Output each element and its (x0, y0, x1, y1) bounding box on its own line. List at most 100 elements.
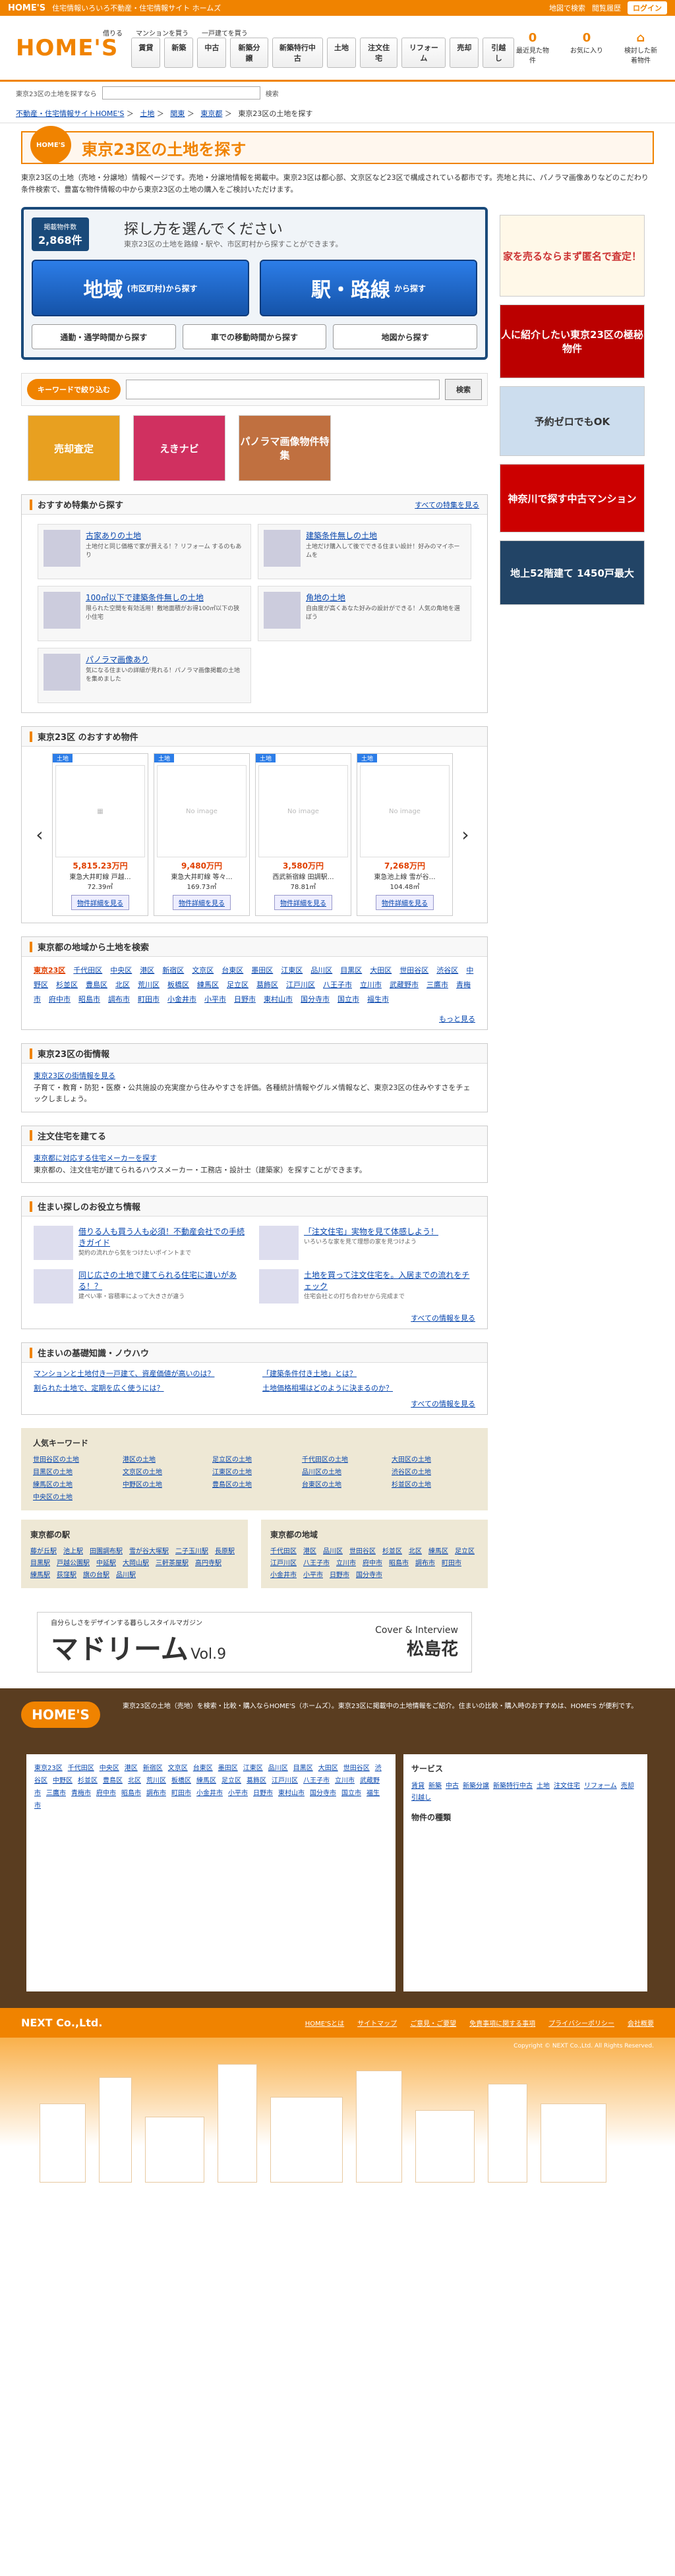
ward-link[interactable]: 八王子市 (303, 1557, 330, 1567)
favorites[interactable]: 0 お気に入り (568, 31, 605, 65)
breadcrumb-tokyo[interactable]: 東京都 (200, 109, 222, 118)
footer-area-link[interactable]: 調布市 (146, 1790, 166, 1797)
area-link[interactable]: 福生市 (367, 995, 389, 1004)
popular-keyword-link[interactable]: 練馬区の土地 (33, 1479, 117, 1489)
area-link[interactable]: 渋谷区 (436, 966, 458, 975)
station-search-button[interactable]: 駅・路線 から探す (260, 260, 477, 317)
car-search-button[interactable]: 車での移動時間から探す (182, 324, 327, 350)
feature-card[interactable]: 角地の土地 自由度が高くあなた好みの設計ができる！人気の角地を選ぼう (258, 586, 471, 642)
footer-service-link[interactable]: 賃貸 (411, 1783, 425, 1790)
nav-custom-house[interactable]: 注文住宅 (359, 37, 398, 68)
help-link[interactable]: 「注文住宅」実物を見て体感しよう！ (304, 1227, 438, 1236)
keyword-search-button[interactable]: 検索 (445, 379, 482, 401)
knowhow-link[interactable]: 土地価格相場はどのように決まるのか？ (262, 1383, 475, 1393)
map-search-button[interactable]: 地図から探す (333, 324, 478, 350)
footer-area-link[interactable]: 中野区 (53, 1777, 73, 1785)
area-link[interactable]: 国立市 (338, 995, 359, 1004)
footer-area-link[interactable]: 小平市 (228, 1790, 248, 1797)
footer-area-link[interactable]: 小金井市 (196, 1790, 223, 1797)
popular-keyword-link[interactable]: 大田区の土地 (392, 1454, 476, 1464)
ward-link[interactable]: 世田谷区 (349, 1545, 376, 1555)
footer-area-link[interactable]: 立川市 (335, 1777, 355, 1785)
station-link[interactable]: 長原駅 (215, 1545, 235, 1555)
station-link[interactable]: 戸越公園駅 (57, 1557, 90, 1567)
help-item[interactable]: 「注文住宅」実物を見て体感しよう！ いろいろな家を見て理想の家を見つけよう (259, 1226, 475, 1261)
footer-area-link[interactable]: 千代田区 (68, 1765, 94, 1772)
ward-link[interactable]: 港区 (303, 1545, 316, 1555)
nav-moving[interactable]: 引越し (483, 37, 515, 68)
footer-area-link[interactable]: 北区 (128, 1777, 141, 1785)
footer-area-link[interactable]: 足立区 (221, 1777, 241, 1785)
footer-area-link[interactable]: 世田谷区 (343, 1765, 370, 1772)
popular-keyword-link[interactable]: 港区の土地 (123, 1454, 207, 1464)
ward-link[interactable]: 昭島市 (389, 1557, 409, 1567)
station-link[interactable]: 三軒茶屋駅 (156, 1557, 189, 1567)
area-link[interactable]: 台東区 (221, 966, 243, 975)
property-card[interactable]: 土地 No image 3,580万円 西武新宿線 田調駅… 78.81㎡ 物件詳細を見る (255, 753, 351, 917)
prev-arrow-icon[interactable]: ‹ (32, 824, 47, 845)
ward-link[interactable]: 杉並区 (382, 1545, 402, 1555)
footer-area-link[interactable]: 大田区 (318, 1765, 338, 1772)
station-link[interactable]: 藤が丘駅 (30, 1545, 57, 1555)
station-link[interactable]: 池上駅 (63, 1545, 83, 1555)
footer-service-link[interactable]: 売却 (621, 1783, 634, 1790)
footer-area-link[interactable]: 葛飾区 (247, 1777, 266, 1785)
footer-area-link[interactable]: 府中市 (96, 1790, 116, 1797)
area-link[interactable]: 国分寺市 (301, 995, 330, 1004)
next-arrow-icon[interactable]: › (458, 824, 473, 845)
footer-area-link[interactable]: 町田市 (171, 1790, 191, 1797)
ward-link[interactable]: 千代田区 (270, 1545, 297, 1555)
footer-service-link[interactable]: 新築 (428, 1783, 442, 1790)
side-ad-reserve[interactable]: 予約ゼロでもOK (500, 386, 645, 457)
new-listing[interactable]: ⌂ 検討した新着物件 (622, 31, 659, 65)
help-link[interactable]: 土地を買って注文住宅を。入居までの流れをチェック (304, 1271, 469, 1291)
feature-card[interactable]: 100㎡以下で建築条件無しの土地 限られた空間を有効活用！敷地面積がお得100㎡以… (38, 586, 251, 642)
area-search-button[interactable]: 地域 (市区町村)から探す (32, 260, 249, 317)
nav-upper-house[interactable]: 一戸建てを買う (202, 28, 248, 38)
footer-area-link[interactable]: 新宿区 (143, 1765, 163, 1772)
area-link[interactable]: 墨田区 (251, 966, 273, 975)
area-link[interactable]: 練馬区 (197, 981, 219, 989)
ward-link[interactable]: 小金井市 (270, 1569, 297, 1579)
area-link[interactable]: 板橋区 (167, 981, 189, 989)
map-search-link[interactable]: 地図で検索 (549, 3, 585, 13)
station-link[interactable]: 雪が谷大塚駅 (129, 1545, 169, 1555)
footer-area-link[interactable]: 台東区 (193, 1765, 213, 1772)
area-link[interactable]: 葛飾区 (256, 981, 278, 989)
ward-link[interactable]: 日野市 (330, 1569, 349, 1579)
popular-keyword-link[interactable]: 文京区の土地 (123, 1466, 207, 1476)
knowhow-link[interactable]: 割られた土地で、定期を広く使うには？ (34, 1383, 247, 1393)
knowhow-more-link[interactable]: すべての情報を見る (411, 1400, 475, 1408)
popular-keyword-link[interactable]: 江東区の土地 (212, 1466, 297, 1476)
feature-card[interactable]: 古家ありの土地 土地付と同じ価格で家が買える！？リフォーム するのもあり (38, 524, 251, 580)
station-link[interactable]: 荻窪駅 (57, 1569, 76, 1579)
homes-logo[interactable]: HOME'S (16, 35, 118, 61)
area-link[interactable]: 江戸川区 (286, 981, 315, 989)
footer-area-link[interactable]: 日野市 (253, 1790, 273, 1797)
feature-link[interactable]: 100㎡以下で建築条件無しの土地 (86, 592, 245, 603)
footer-area-link[interactable]: 目黒区 (293, 1765, 313, 1772)
ward-link[interactable]: 立川市 (336, 1557, 356, 1567)
area-link[interactable]: 千代田区 (73, 966, 102, 975)
ward-link[interactable]: 国分寺市 (356, 1569, 382, 1579)
nav-rent[interactable]: 賃貸 (131, 37, 161, 68)
top-brand[interactable]: HOME'S (8, 3, 45, 13)
popular-keyword-link[interactable]: 杉並区の土地 (392, 1479, 476, 1489)
login-button[interactable]: ログイン (628, 1, 667, 14)
property-detail-button[interactable]: 物件詳細を見る (274, 895, 332, 911)
station-link[interactable]: 品川駅 (116, 1569, 136, 1579)
area-link[interactable]: 世田谷区 (399, 966, 428, 975)
footer-link[interactable]: 会社概要 (628, 2018, 654, 2028)
popular-keyword-link[interactable]: 目黒区の土地 (33, 1466, 117, 1476)
area-link[interactable]: 東京23区 (34, 966, 65, 975)
station-link[interactable]: 二子玉川駅 (175, 1545, 208, 1555)
footer-service-link[interactable]: リフォーム (584, 1783, 617, 1790)
footer-logo[interactable]: HOME'S (21, 1702, 100, 1729)
property-detail-button[interactable]: 物件詳細を見る (71, 895, 129, 911)
station-link[interactable]: 中延駅 (96, 1557, 116, 1567)
footer-area-link[interactable]: 港区 (125, 1765, 138, 1772)
help-link[interactable]: 借りる人も買う人も必須！不動産会社での手続きガイド (78, 1227, 245, 1247)
station-link[interactable]: 旗の台駅 (83, 1569, 109, 1579)
popular-keyword-link[interactable]: 中野区の土地 (123, 1479, 207, 1489)
area-link[interactable]: 昭島市 (78, 995, 100, 1004)
